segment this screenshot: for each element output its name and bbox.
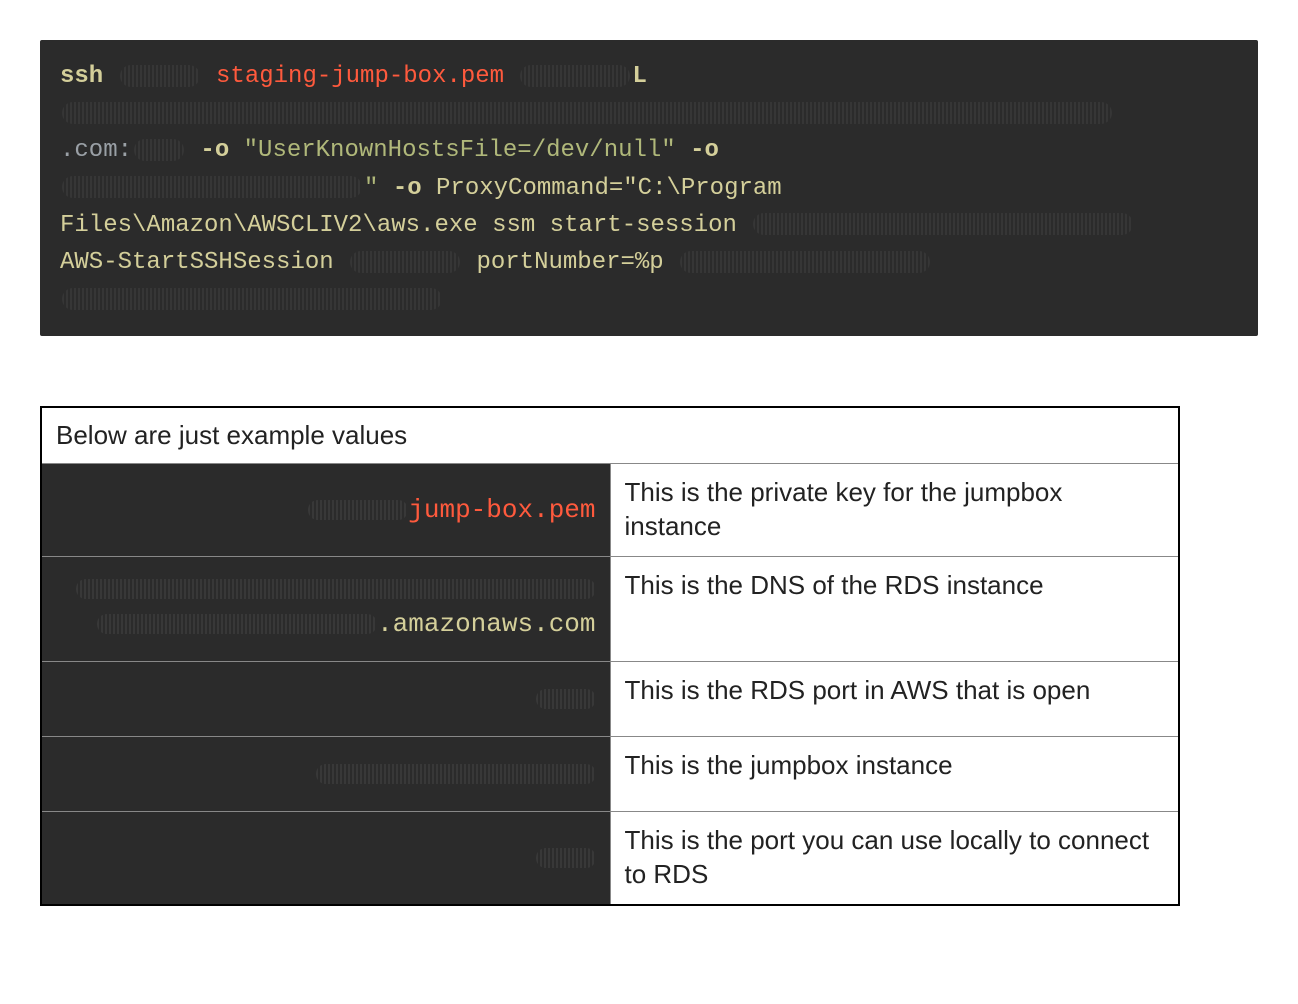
example-desc-cell: This is the RDS port in AWS that is open	[610, 661, 1179, 736]
redacted-icon	[680, 251, 930, 273]
redacted-icon	[536, 848, 596, 868]
code-line-1: ssh staging-jump-box.pem L	[60, 58, 1238, 95]
table-row: This is the port you can use locally to …	[41, 811, 1179, 904]
code-line-6: AWS-StartSSHSession portNumber=%p	[60, 244, 1238, 281]
redacted-icon	[76, 579, 596, 599]
redacted-icon	[97, 614, 377, 634]
dot-com: .com:	[60, 137, 132, 164]
proxy-command-part1: ProxyCommand="C:\Program	[436, 175, 782, 202]
example-value-cell: jump-box.pem	[41, 464, 610, 557]
o-flag-1: -o	[200, 137, 229, 164]
example-desc-cell: This is the DNS of the RDS instance	[610, 556, 1179, 661]
example-desc-cell: This is the port you can use locally to …	[610, 811, 1179, 904]
table-row: jump-box.pem This is the private key for…	[41, 464, 1179, 557]
code-line-3: .com: -o "UserKnownHostsFile=/dev/null" …	[60, 132, 1238, 169]
ssh-command: ssh	[60, 63, 103, 90]
table-row: This is the RDS port in AWS that is open	[41, 661, 1179, 736]
example-dns: .amazonaws.com	[377, 609, 595, 639]
example-values-table: Below are just example values jump-box.p…	[40, 406, 1180, 905]
example-pem: jump-box.pem	[408, 495, 595, 525]
redacted-icon	[536, 689, 596, 709]
ssh-command-code-block: ssh staging-jump-box.pem L .com: -o "Use…	[40, 40, 1258, 336]
proxy-command-part2: Files\Amazon\AWSCLIV2\aws.exe ssm start-…	[60, 212, 737, 239]
code-line-7	[60, 281, 1238, 318]
redacted-icon	[62, 102, 1112, 124]
example-value-cell	[41, 736, 610, 811]
table-row: .amazonaws.com This is the DNS of the RD…	[41, 556, 1179, 661]
example-value-cell	[41, 661, 610, 736]
o-flag-2: -o	[690, 137, 719, 164]
redacted-icon	[520, 65, 630, 87]
example-desc-cell: This is the jumpbox instance	[610, 736, 1179, 811]
known-hosts-string: "UserKnownHostsFile=/dev/null"	[244, 137, 676, 164]
redacted-icon	[753, 213, 1133, 235]
code-line-2	[60, 95, 1238, 132]
example-value-cell: .amazonaws.com	[41, 556, 610, 661]
redacted-icon	[308, 500, 408, 520]
example-value-cell	[41, 811, 610, 904]
redacted-icon	[62, 176, 362, 198]
port-number-param: portNumber=%p	[476, 249, 663, 276]
redacted-icon	[350, 251, 460, 273]
pem-file: staging-jump-box.pem	[216, 63, 504, 90]
redacted-icon	[134, 139, 184, 161]
redacted-icon	[316, 764, 596, 784]
L-flag: L	[632, 63, 646, 90]
code-line-4: " -o ProxyCommand="C:\Program	[60, 170, 1238, 207]
table-row: This is the jumpbox instance	[41, 736, 1179, 811]
code-line-5: Files\Amazon\AWSCLIV2\aws.exe ssm start-…	[60, 207, 1238, 244]
ssh-session-doc: AWS-StartSSHSession	[60, 249, 334, 276]
redacted-icon	[120, 65, 200, 87]
example-caption: Below are just example values	[41, 407, 1179, 464]
close-quote: "	[364, 175, 378, 202]
o-flag-3: -o	[393, 175, 422, 202]
example-desc-cell: This is the private key for the jumpbox …	[610, 464, 1179, 557]
redacted-icon	[62, 288, 442, 310]
